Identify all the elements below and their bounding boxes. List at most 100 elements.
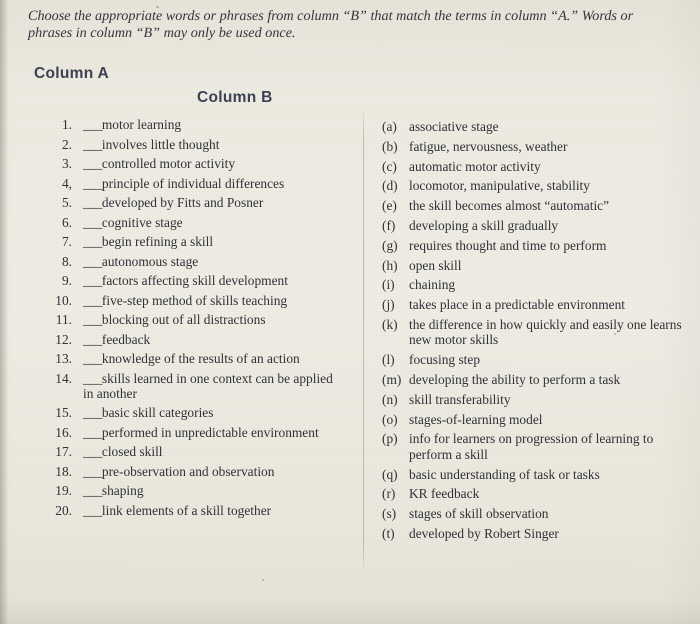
column-a-item[interactable]: 10. ___five-step method of skills teachin… xyxy=(46,293,346,308)
answer-blank[interactable]: ___ xyxy=(83,332,102,347)
column-b-item[interactable]: (g) requires thought and time to perform xyxy=(382,238,682,253)
column-b-item[interactable]: (p) info for learners on progression of l… xyxy=(382,431,682,462)
column-a-item-number: 19. xyxy=(55,483,72,499)
column-a-item-label: motor learning xyxy=(101,117,182,132)
answer-blank[interactable]: ___ xyxy=(83,351,102,366)
column-b-item[interactable]: (e) the skill becomes almost “automatic” xyxy=(382,198,682,213)
column-a-item[interactable]: 17. ___closed skill xyxy=(46,444,346,459)
column-a-item[interactable]: 19. ___shaping xyxy=(46,483,346,498)
column-a-item[interactable]: 4, ___principle of individual differences xyxy=(46,176,346,191)
column-b-item[interactable]: (h) open skill xyxy=(382,258,682,273)
answer-blank[interactable]: ___ xyxy=(83,117,102,132)
column-a-item[interactable]: 13. ___knowledge of the results of an act… xyxy=(46,351,346,366)
column-a-item[interactable]: 2. ___involves little thought xyxy=(46,137,346,152)
column-b-list: (a) associative stage (b) fatigue, nervousn… xyxy=(382,119,682,546)
column-a-item-text: ___knowledge of the results of an action xyxy=(83,351,346,366)
column-a-item[interactable]: 1. ___motor learning xyxy=(46,117,346,132)
column-a-item-text: ___motor learning xyxy=(83,117,346,132)
column-a-item[interactable]: 15. ___basic skill categories xyxy=(46,405,346,420)
column-a-item[interactable]: 5. ___developed by Fitts and Posner xyxy=(46,195,346,210)
answer-blank[interactable]: ___ xyxy=(83,215,102,230)
column-a-item[interactable]: 9. ___factors affecting skill development xyxy=(46,273,346,288)
column-b-item[interactable]: (l) focusing step xyxy=(382,352,682,367)
answer-blank[interactable]: ___ xyxy=(83,371,102,386)
column-b-item[interactable]: (i) chaining xyxy=(382,277,682,292)
column-b-item[interactable]: (a) associative stage xyxy=(382,119,682,134)
column-b-item-text: skill transferability xyxy=(409,391,511,407)
column-a-item-label: blocking out of all distractions xyxy=(101,312,266,327)
answer-blank[interactable]: ___ xyxy=(83,156,102,171)
column-a-item-number: 10. xyxy=(55,292,72,308)
column-b-item-text: open skill xyxy=(409,257,462,273)
column-a-item-label: closed skill xyxy=(101,444,163,460)
column-b-item[interactable]: (q) basic understanding of task or tasks xyxy=(382,467,682,482)
column-a-item-label: performed in unpredictable environment xyxy=(101,424,319,440)
column-a-item[interactable]: 7. ___begin refining a skill xyxy=(46,234,346,249)
column-b-item[interactable]: (n) skill transferability xyxy=(382,392,682,407)
column-a-item[interactable]: 16. ___performed in unpredictable environ… xyxy=(46,425,346,440)
column-a-item-number: 3. xyxy=(61,156,72,171)
column-b-item[interactable]: (o) stages-of-learning model xyxy=(382,412,682,427)
column-b-item-text: automatic motor activity xyxy=(409,158,541,174)
column-a-item-label: knowledge of the results of an action xyxy=(101,351,300,366)
column-b-item-label: (p) xyxy=(382,431,398,447)
column-b-item-label: (h) xyxy=(382,257,398,273)
column-a-item-text: ___involves little thought xyxy=(83,137,346,152)
column-a-item-text: ___begin refining a skill xyxy=(83,234,346,249)
answer-blank[interactable]: ___ xyxy=(83,195,102,210)
answer-blank[interactable]: ___ xyxy=(83,483,102,498)
column-a-item-text: ___link elements of a skill together xyxy=(83,503,346,518)
column-b-item[interactable]: (c) automatic motor activity xyxy=(382,159,682,174)
answer-blank[interactable]: ___ xyxy=(83,254,102,269)
column-b-item-label: (q) xyxy=(382,466,398,482)
answer-blank[interactable]: ___ xyxy=(83,137,102,152)
column-b-item-label: (a) xyxy=(382,119,397,134)
column-b-item[interactable]: (t) developed by Robert Singer xyxy=(382,526,682,541)
column-b-item[interactable]: (b) fatigue, nervousness, weather xyxy=(382,139,682,154)
column-b-item-label: (c) xyxy=(382,158,397,174)
column-b-item-text: developing the ability to perform a task xyxy=(409,371,621,387)
column-a-item-text: ___skills learned in one context can be … xyxy=(83,371,346,402)
column-a-item[interactable]: 6. ___cognitive stage xyxy=(46,215,346,230)
column-b-item[interactable]: (f) developing a skill gradually xyxy=(382,218,682,233)
answer-blank[interactable]: ___ xyxy=(83,503,102,518)
column-b-item[interactable]: (m) developing the ability to perform a t… xyxy=(382,372,682,387)
column-b-item[interactable]: (d) locomotor, manipulative, stability xyxy=(382,178,682,193)
column-b-item[interactable]: (r) KR feedback xyxy=(382,486,682,501)
column-b-item-label: (d) xyxy=(382,178,398,194)
column-b-item-text: the difference in how quickly and easily… xyxy=(409,316,682,348)
answer-blank[interactable]: ___ xyxy=(83,234,102,249)
column-b-item-text: focusing step xyxy=(409,352,481,368)
answer-blank[interactable]: ___ xyxy=(83,273,102,288)
column-a-item[interactable]: 12. ___feedback xyxy=(46,332,346,347)
answer-blank[interactable]: ___ xyxy=(83,464,102,479)
column-b-item[interactable]: (s) stages of skill observation xyxy=(382,506,682,521)
column-a-item-label: feedback xyxy=(101,331,151,347)
answer-blank[interactable]: ___ xyxy=(83,176,102,191)
column-b-item-label: (e) xyxy=(382,198,397,214)
column-a-item-text: ___pre-observation and observation xyxy=(83,464,346,479)
column-a-heading: Column A xyxy=(34,65,110,82)
answer-blank[interactable]: ___ xyxy=(83,312,102,327)
column-b-item-text: requires thought and time to perform xyxy=(409,237,607,253)
answer-blank[interactable]: ___ xyxy=(83,405,102,420)
column-a-item-label: basic skill categories xyxy=(101,405,214,421)
column-a-item[interactable]: 18. ___pre-observation and observation xyxy=(46,464,346,479)
column-b-item-label: (o) xyxy=(382,411,398,427)
column-b-item-text: chaining xyxy=(409,277,456,293)
column-a-item[interactable]: 20. ___link elements of a skill together xyxy=(46,503,346,518)
answer-blank[interactable]: ___ xyxy=(83,293,102,308)
column-b-item-text: takes place in a predictable environment xyxy=(409,297,626,313)
column-a-item-text: ___autonomous stage xyxy=(83,254,346,269)
column-a-item-text: ___closed skill xyxy=(83,444,346,459)
column-b-item[interactable]: (k) the difference in how quickly and eas… xyxy=(382,317,682,348)
column-b-item[interactable]: (j) takes place in a predictable environm… xyxy=(382,297,682,312)
column-a-item[interactable]: 8. ___autonomous stage xyxy=(46,254,346,269)
column-b-item-text: stages of skill observation xyxy=(409,506,549,522)
column-a-item[interactable]: 14. ___skills learned in one context can … xyxy=(46,371,346,402)
column-a-item[interactable]: 11. ___blocking out of all distractions xyxy=(46,312,346,327)
answer-blank[interactable]: ___ xyxy=(83,444,102,459)
column-a-item-text: ___factors affecting skill development xyxy=(83,273,346,288)
answer-blank[interactable]: ___ xyxy=(83,425,102,440)
column-a-item[interactable]: 3. ___controlled motor activity xyxy=(46,156,346,171)
